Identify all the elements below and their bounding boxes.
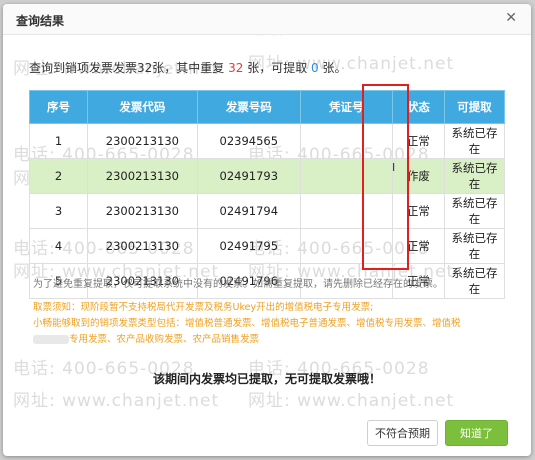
cell-invoice-code: 2300213130: [87, 193, 198, 229]
duplicate-count: 32: [228, 61, 244, 75]
table-row[interactable]: 1 2300213130 02394565 正常 系统已存在: [28, 123, 505, 159]
extractable-count: 0: [311, 61, 319, 75]
table-row[interactable]: 4 2300213130 02491795 正常 系统已存在: [28, 228, 505, 264]
cell-invoice-number: 02394565: [196, 123, 301, 159]
cell-invoice-number: 02491795: [196, 228, 301, 264]
cell-extractable: 系统已存在: [444, 193, 505, 229]
dialog-title: 查询结果: [16, 14, 65, 28]
duplicate-note: 为了避免重复提取，仅可提取系统中没有的发票。如需重复提取，请先删除已经存在的发票…: [33, 279, 443, 290]
header-extractable: 可提取: [444, 90, 505, 124]
cell-extractable: 系统已存在: [444, 263, 505, 299]
tips-line-2-head: 小畅能够取到的销项发票类型包括：增值税普通发票、增值税电子普通发票、增值税专用发…: [33, 318, 461, 329]
result-message: 该期间内发票均已提取，无可提取发票哦！: [152, 372, 381, 386]
summary-middle: 张，可提取: [243, 61, 312, 75]
cell-invoice-code: 2300213130: [87, 158, 198, 194]
tips-line-2: 小畅能够取到的销项发票类型包括：增值税普通发票、增值税电子普通发票、增值税专用发…: [33, 316, 503, 332]
table-row[interactable]: 3 2300213130 02491794 正常 系统已存在: [28, 193, 505, 229]
query-summary: 查询到销项发票发票32张，其中重复 32 张，可提取 0 张。: [29, 59, 346, 76]
invoice-table: 序号 发票代码 发票号码 凭证号 状态 可提取 1 2300213130 023…: [28, 90, 505, 299]
watermark-site: 网址: www.chanjet.net: [13, 391, 220, 411]
cell-invoice-code: 2300213130: [87, 228, 198, 264]
tips-line-2-tail: 专用发票、农产品收购发票、农产品销售发票: [69, 334, 260, 345]
cell-seq: 1: [28, 123, 89, 159]
tips-line-3: 专用发票、农产品收购发票、农产品销售发票: [33, 332, 503, 348]
not-as-expected-button[interactable]: 不符合预期: [367, 420, 438, 446]
tips-line-1: 取票须知：现阶段暂不支持税局代开发票及税务Ukey开出的增值税电子专用发票;: [33, 302, 374, 313]
status-column-highlight-box: [362, 84, 409, 270]
cell-invoice-number: 02491793: [196, 158, 301, 194]
cell-extractable: 系统已存在: [444, 158, 505, 194]
got-it-button[interactable]: 知道了: [445, 420, 508, 446]
redacted-text: [33, 335, 69, 344]
watermark-site: 网址: www.chanjet.net: [248, 391, 455, 411]
table-row[interactable]: 2 2300213130 02491793 作废 系统已存在: [28, 158, 505, 194]
invoice-tips: 取票须知：现阶段暂不支持税局代开发票及税务Ukey开出的增值税电子专用发票; 小…: [33, 300, 503, 348]
text-cursor-icon: I: [392, 161, 396, 174]
summary-suffix: 张。: [318, 61, 347, 75]
cell-invoice-number: 02491794: [196, 193, 301, 229]
cell-seq: 2: [28, 158, 89, 194]
cell-seq: 4: [28, 228, 89, 264]
header-invoice-number: 发票号码: [196, 90, 301, 124]
cell-extractable: 系统已存在: [444, 228, 505, 264]
table-header-row: 序号 发票代码 发票号码 凭证号 状态 可提取: [28, 90, 505, 124]
header-invoice-code: 发票代码: [87, 90, 198, 124]
close-icon[interactable]: ✕: [505, 10, 517, 26]
cell-seq: 3: [28, 193, 89, 229]
cell-invoice-code: 2300213130: [87, 123, 198, 159]
summary-prefix: 查询到销项发票发票32张，其中重复: [29, 61, 229, 75]
cell-extractable: 系统已存在: [444, 123, 505, 159]
header-seq: 序号: [28, 90, 89, 124]
query-result-dialog: 电话: 400-665-0028 网址: www.chanjet.net 网址:…: [3, 4, 531, 456]
dialog-titlebar: 查询结果 ✕: [3, 4, 531, 35]
